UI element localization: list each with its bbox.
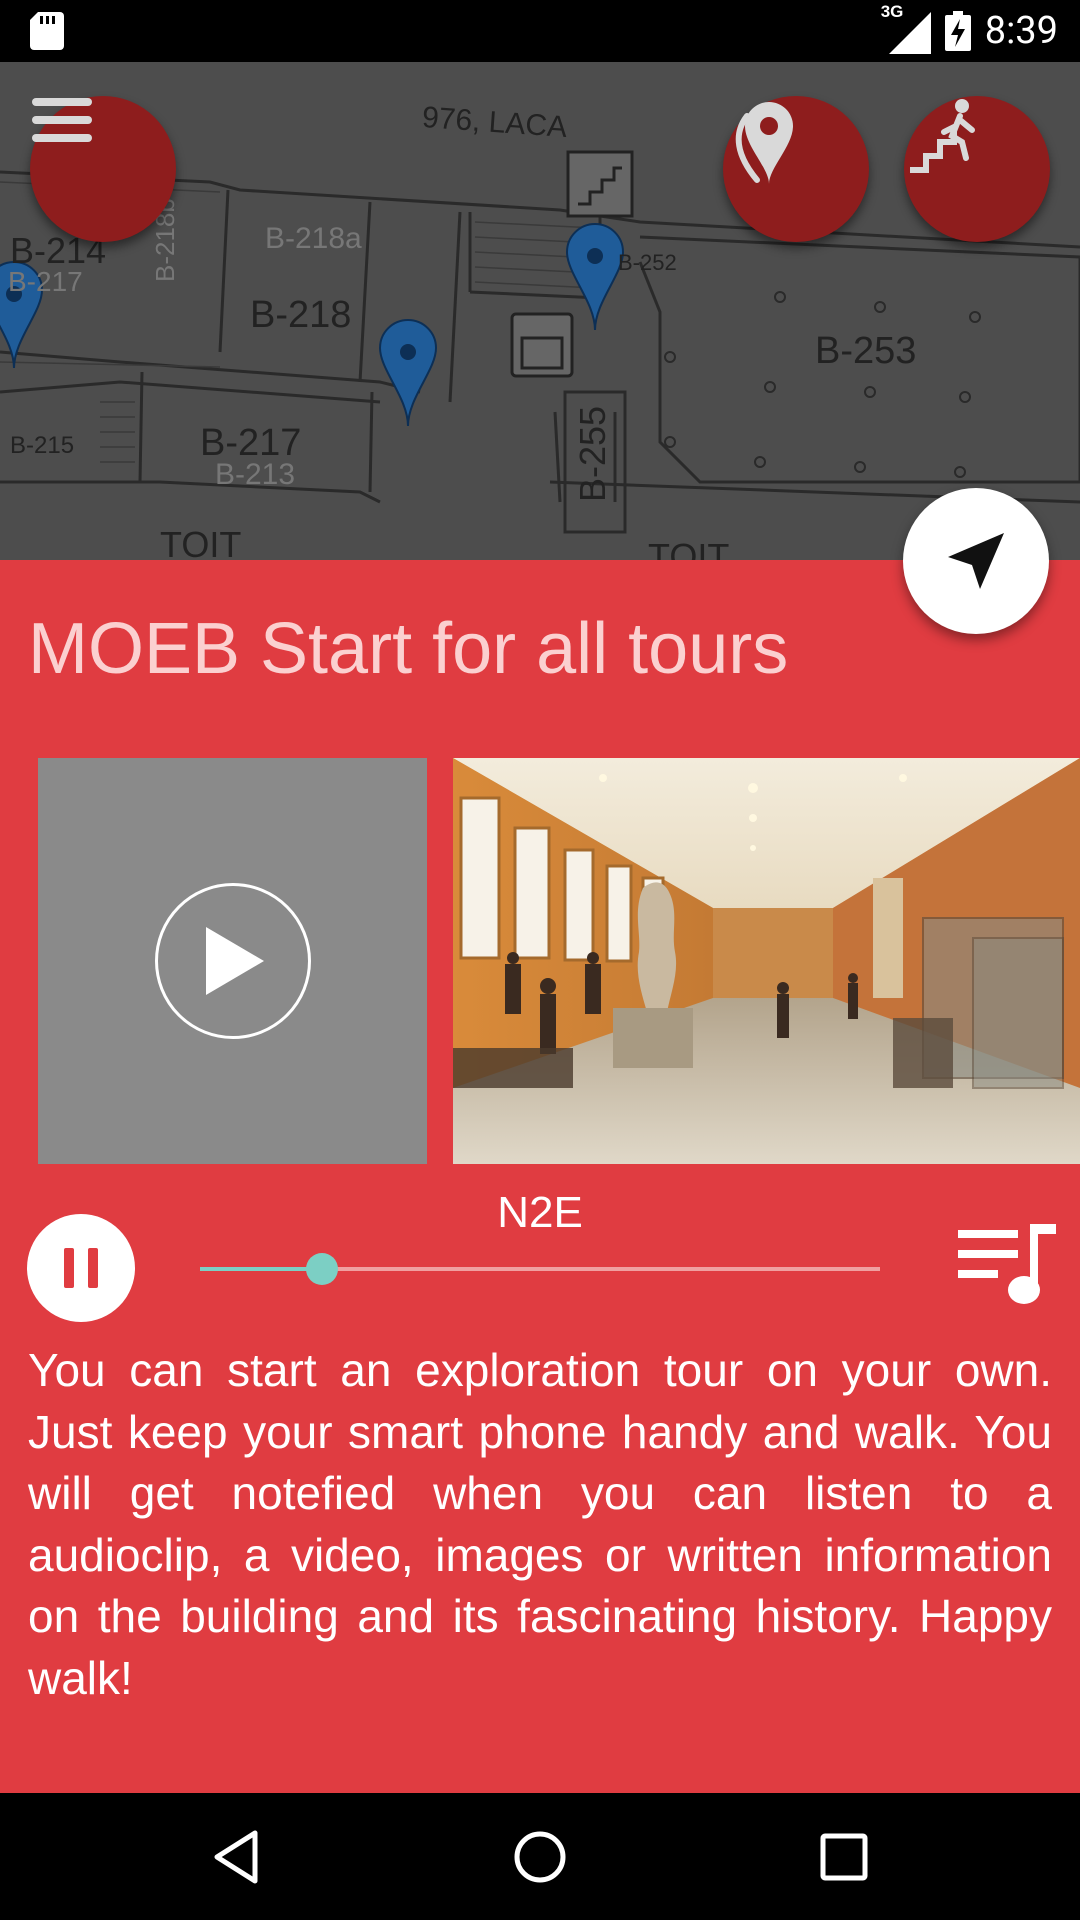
map-label-room: B-217 xyxy=(8,266,83,297)
floor-map[interactable]: 976, LACA B-214 B-217 B-218b B-218a B-21… xyxy=(0,62,1080,560)
hamburger-menu-icon xyxy=(32,98,92,142)
navigation-arrow-icon xyxy=(948,533,1004,589)
audio-progress-slider[interactable] xyxy=(200,1253,880,1285)
recents-button[interactable] xyxy=(808,1821,880,1893)
tour-panel: MOEB Start for all tours N2E You can sta… xyxy=(0,560,1080,1793)
pause-icon xyxy=(64,1248,98,1288)
gallery-image[interactable] xyxy=(453,758,1080,1164)
sd-card-icon xyxy=(30,12,64,50)
map-label-roof: TOIT xyxy=(160,524,242,560)
menu-button[interactable] xyxy=(30,96,176,242)
status-bar: 3G 8:39 xyxy=(0,0,1080,62)
playlist-music-icon[interactable] xyxy=(958,1220,1058,1310)
stairs-walker-icon xyxy=(910,99,975,173)
audio-progress-fill xyxy=(200,1267,323,1271)
back-triangle-icon xyxy=(214,1830,258,1884)
map-label-room: B-253 xyxy=(815,330,917,372)
location-pin-button[interactable] xyxy=(723,96,869,242)
map-label-room: B-252 xyxy=(618,250,677,275)
map-label-roof: TOIT xyxy=(648,536,730,560)
audio-track-title: N2E xyxy=(497,1188,583,1237)
recents-square-icon xyxy=(820,1833,868,1881)
play-icon xyxy=(205,927,264,995)
system-navigation-bar xyxy=(0,1793,1080,1920)
tour-description: You can start an exploration tour on you… xyxy=(28,1344,1052,1704)
location-pin-icon xyxy=(735,102,793,184)
clock: 8:39 xyxy=(984,9,1058,53)
map-label-room: B-218 xyxy=(250,294,352,336)
navigate-button[interactable] xyxy=(903,488,1049,634)
map-label-room: B-218a xyxy=(265,222,362,255)
battery-icon xyxy=(944,11,971,51)
pause-button[interactable] xyxy=(27,1214,135,1322)
back-button[interactable] xyxy=(200,1821,272,1893)
signal-icon: 3G xyxy=(881,2,931,54)
map-label-room: B-213 xyxy=(215,458,296,491)
video-thumbnail[interactable] xyxy=(38,758,427,1164)
map-label-room: B-255 xyxy=(572,405,613,502)
play-video-button[interactable] xyxy=(154,883,311,1039)
audio-progress-thumb[interactable] xyxy=(306,1253,339,1285)
museum-hall-image xyxy=(453,758,1080,1164)
tour-title: MOEB Start for all tours xyxy=(28,609,789,689)
home-circle-icon xyxy=(514,1831,566,1883)
map-label-room: B-215 xyxy=(10,432,75,459)
stairs-route-button[interactable] xyxy=(904,96,1050,242)
home-button[interactable] xyxy=(504,1821,576,1893)
